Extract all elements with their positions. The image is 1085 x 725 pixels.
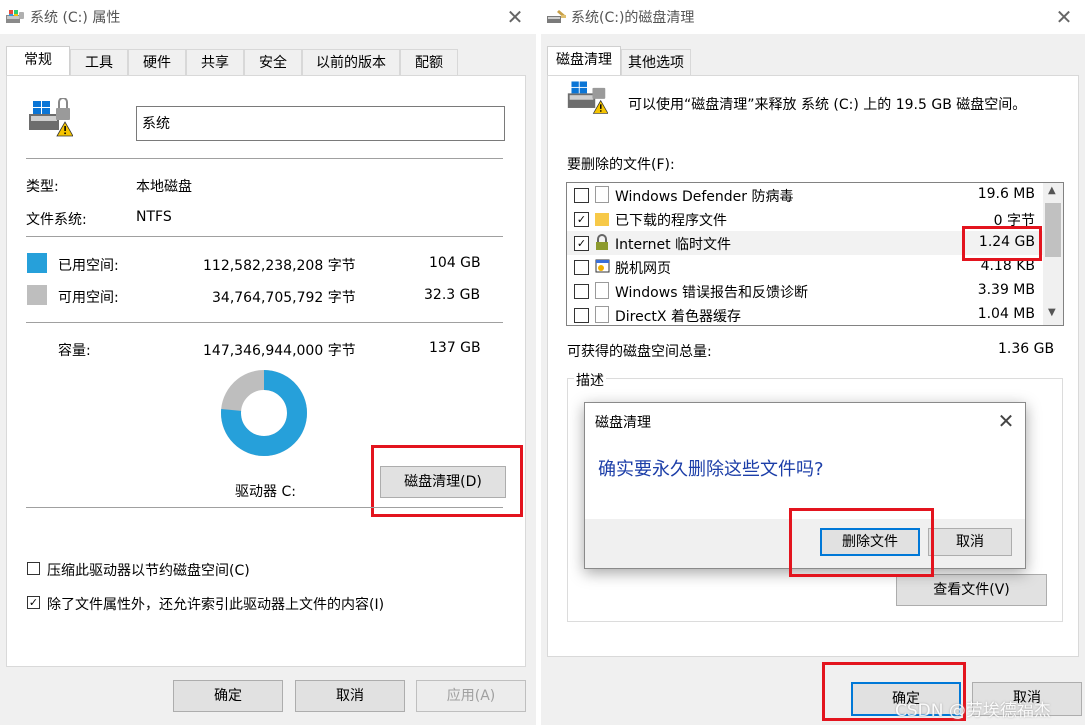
used-space-swatch [27,253,47,273]
tab-hardware[interactable]: 硬件 [128,49,186,75]
tab-previous-versions[interactable]: 以前的版本 [302,49,400,75]
apply-button[interactable]: 应用(A) [416,680,526,712]
file-name: Internet 临时文件 [615,237,732,253]
drive-name-input[interactable]: 系统 [136,106,505,141]
divider [26,158,503,159]
tab-tools[interactable]: 工具 [70,49,128,75]
file-size: 19.6 MB [977,186,1035,202]
tab-sharing[interactable]: 共享 [186,49,244,75]
close-icon[interactable]: ✕ [993,408,1019,434]
file-checkbox[interactable] [574,284,589,299]
document-icon [595,306,609,323]
filesystem-label: 文件系统: [26,212,87,228]
view-files-button[interactable]: 查看文件(V) [896,574,1047,606]
file-checkbox[interactable] [574,188,589,203]
tab-disk-cleanup[interactable]: 磁盘清理 [547,46,621,75]
close-icon[interactable]: ✕ [1051,4,1077,30]
filesystem-value: NTFS [136,209,172,225]
divider [26,507,503,508]
list-item[interactable]: Windows Defender 防病毒 19.6 MB [567,183,1043,207]
divider [26,322,503,323]
capacity-label: 容量: [58,343,91,359]
file-name: 已下载的程序文件 [615,213,727,229]
scrollbar[interactable]: ▲ ▼ [1043,183,1063,325]
folder-icon [595,213,609,226]
compress-label: 压缩此驱动器以节约磁盘空间(C) [47,563,250,579]
used-space-label: 已用空间: [58,258,119,274]
free-space-bytes: 34,764,705,792 字节 [212,290,356,306]
used-space-bytes: 112,582,238,208 字节 [203,258,356,274]
cancel-button[interactable]: 取消 [295,680,405,712]
general-tab-panel: 系统 类型: 本地磁盘 文件系统: NTFS 已用空间: 112,582,238… [6,75,526,667]
dialog-title: 磁盘清理 [595,415,651,431]
total-space-label: 可获得的磁盘空间总量: [567,344,712,360]
window-title: 系统(C:)的磁盘清理 [571,10,695,26]
cleanup-titlebar: 系统(C:)的磁盘清理 ✕ [541,0,1085,34]
cleanup-icon [547,10,566,23]
cleanup-intro: 可以使用“磁盘清理”来释放 系统 (C:) 上的 19.5 GB 磁盘空间。 [628,97,1027,113]
usage-donut-chart [221,370,307,456]
files-list[interactable]: Windows Defender 防病毒 19.6 MB ✓ 已下载的程序文件 0 字节… [566,182,1064,326]
watermark: CSDN @劳埃德福杰 [895,701,1051,721]
drive-icon [6,10,24,23]
dialog-body: 确实要永久删除这些文件吗? [585,439,1025,519]
properties-tabs: 常规 工具 硬件 共享 安全 以前的版本 配额 [6,46,526,75]
highlight-box [962,226,1042,261]
properties-titlebar: 系统 (C:) 属性 ✕ [0,0,536,34]
webpage-icon [595,258,610,275]
index-checkbox[interactable]: ✓ [27,596,40,609]
highlight-box [789,508,934,577]
file-name: Windows Defender 防病毒 [615,189,794,205]
file-checkbox[interactable] [574,260,589,275]
tab-quota[interactable]: 配额 [400,49,458,75]
list-item[interactable]: DirectX 着色器缓存 1.04 MB [567,303,1043,325]
ok-button[interactable]: 确定 [173,680,283,712]
drive-name-value: 系统 [142,116,170,132]
used-space-gb: 104 GB [429,255,481,271]
divider [26,236,503,237]
dialog-message: 确实要永久删除这些文件吗? [598,459,824,480]
list-item[interactable]: Windows 错误报告和反馈诊断 3.39 MB [567,279,1043,303]
total-space-value: 1.36 GB [998,341,1055,357]
lock-icon [595,234,609,251]
file-name: DirectX 着色器缓存 [615,309,741,325]
file-checkbox[interactable]: ✓ [574,236,589,251]
file-name: 脱机网页 [615,261,671,277]
window-title: 系统 (C:) 属性 [30,10,121,26]
file-checkbox[interactable] [574,308,589,323]
document-icon [595,186,609,203]
file-name: Windows 错误报告和反馈诊断 [615,285,808,301]
scroll-up-icon[interactable]: ▲ [1048,185,1056,196]
scroll-down-icon[interactable]: ▼ [1048,307,1056,318]
free-space-gb: 32.3 GB [424,287,481,303]
document-icon [595,282,609,299]
description-label: 描述 [574,370,606,390]
dialog-titlebar: 磁盘清理 ✕ [585,403,1025,439]
tab-security[interactable]: 安全 [244,49,302,75]
dialog-cancel-button[interactable]: 取消 [928,528,1012,556]
type-value: 本地磁盘 [136,179,192,195]
cleanup-tabs: 磁盘清理 其他选项 [547,46,1077,75]
free-space-label: 可用空间: [58,290,119,306]
drive-letter-label: 驱动器 C: [235,484,296,500]
tab-more-options[interactable]: 其他选项 [621,49,691,75]
scroll-thumb[interactable] [1045,203,1061,257]
compress-checkbox[interactable] [27,562,40,575]
capacity-bytes: 147,346,944,000 字节 [203,343,356,359]
disk-cleanup-window: 系统(C:)的磁盘清理 ✕ 磁盘清理 其他选项 可以使用“磁盘清理”来释放 系统… [541,0,1085,725]
type-label: 类型: [26,179,59,195]
index-label: 除了文件属性外，还允许索引此驱动器上文件的内容(I) [47,597,385,613]
capacity-gb: 137 GB [429,340,481,356]
free-space-swatch [27,285,47,305]
file-checkbox[interactable]: ✓ [574,212,589,227]
file-size: 1.04 MB [977,306,1035,322]
close-icon[interactable]: ✕ [502,4,528,30]
properties-window: 系统 (C:) 属性 ✕ 常规 工具 硬件 共享 安全 以前的版本 配额 系统 … [0,0,536,725]
file-size: 3.39 MB [977,282,1035,298]
files-to-delete-label: 要删除的文件(F): [567,157,675,173]
tab-general[interactable]: 常规 [6,46,70,75]
windows-drive-icon [567,81,608,114]
files-list-rows: Windows Defender 防病毒 19.6 MB ✓ 已下载的程序文件 0 字节… [567,183,1043,325]
windows-drive-icon [29,98,73,137]
